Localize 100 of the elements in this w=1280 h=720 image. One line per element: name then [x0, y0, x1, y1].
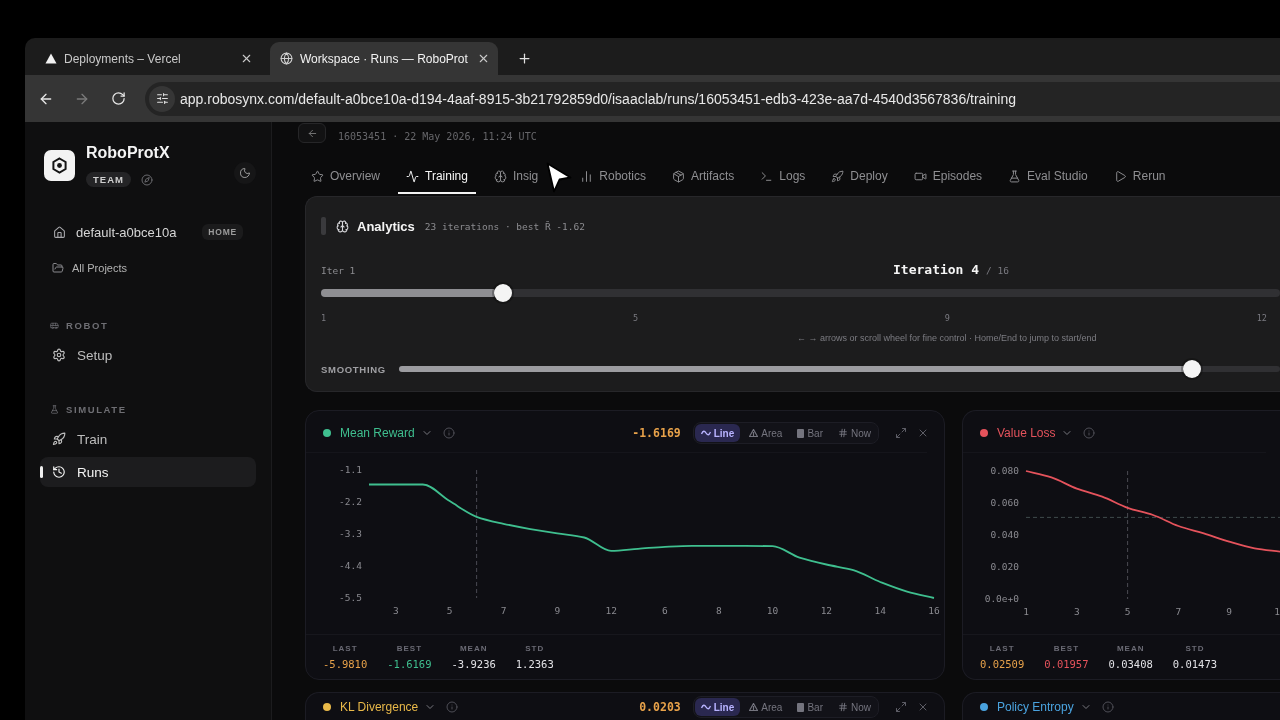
- stat-label: STD: [525, 644, 545, 654]
- run-tab[interactable]: Training: [398, 160, 476, 194]
- axis-label: -3.3: [339, 528, 362, 540]
- axis-label: 1: [1023, 606, 1029, 617]
- hash-icon: [838, 702, 848, 712]
- gear-icon: [52, 348, 66, 362]
- panel-title: Analytics: [357, 218, 415, 234]
- run-tab[interactable]: Insig: [485, 160, 547, 194]
- run-tab[interactable]: Overview: [303, 160, 388, 194]
- sliders-icon: [155, 92, 169, 105]
- info-icon[interactable]: [1083, 427, 1096, 439]
- globe-icon: [280, 52, 293, 65]
- slider-thumb[interactable]: [494, 284, 513, 302]
- browser-tab[interactable]: Deployments – Vercel: [35, 42, 263, 75]
- axis-label: 7: [500, 605, 507, 616]
- axis-label: 0.020: [990, 561, 1019, 573]
- bar-icon: [797, 428, 805, 438]
- address-bar[interactable]: app.robosynx.com/default-a0bce10a-d194-4aaf-8915-3b21792859d0/isaaclab/runs/16053451-edb3-423e-aa7d-4540d3567836/training: [145, 81, 1280, 116]
- chart-mode-tab[interactable]: Bar: [791, 424, 829, 442]
- iteration-label: Iteration 4: [893, 262, 980, 277]
- browser-tab[interactable]: Workspace · Runs — RoboProt: [270, 42, 498, 75]
- panel-handle: [321, 217, 326, 235]
- chart-mode-tab[interactable]: Line: [694, 424, 741, 442]
- axis-label: 0.040: [990, 529, 1019, 541]
- axis-label: 7: [1175, 606, 1182, 617]
- axis-label: -4.4: [339, 560, 362, 572]
- url-text: app.robosynx.com/default-a0bce10a-d194-4aaf-8915-3b21792859d0/isaaclab/runs/16053451-edb3-423e-aa7d-4540d3567836/training: [180, 90, 1016, 107]
- pulse-icon: [406, 169, 419, 183]
- run-tab[interactable]: Robotics: [572, 160, 654, 194]
- smoothing-label: SMOOTHING: [321, 363, 386, 375]
- run-tab[interactable]: Rerun: [1105, 160, 1174, 194]
- chart-mode-tab[interactable]: Area: [743, 424, 789, 442]
- axis-label: 1: [1274, 606, 1280, 617]
- compass-icon[interactable]: [140, 173, 153, 186]
- axis-label: 5: [1124, 606, 1131, 617]
- close-icon[interactable]: [917, 701, 929, 713]
- triangle-icon: [45, 53, 57, 64]
- run-tab[interactable]: Logs: [752, 160, 814, 194]
- wave-icon: [700, 430, 711, 436]
- stat-value: 0.01957: [1044, 657, 1089, 671]
- info-icon[interactable]: [442, 427, 455, 439]
- metric-title: KL Divergence: [340, 700, 419, 714]
- axis-label: 8: [715, 605, 722, 616]
- chart-mode-tab[interactable]: Line: [694, 698, 741, 716]
- chart-mode-tab[interactable]: Now: [832, 698, 877, 716]
- flask-icon: [1008, 169, 1022, 183]
- axis-label: 12: [820, 605, 833, 616]
- home-tag: HOME: [202, 224, 243, 240]
- chart-mode-tab[interactable]: Bar: [791, 698, 829, 716]
- nav-item[interactable]: Setup: [40, 340, 256, 370]
- plan-badge: TEAM: [86, 172, 131, 187]
- tab-title: Workspace · Runs — RoboProt: [300, 51, 468, 66]
- stat-label: LAST: [332, 644, 358, 654]
- chart-mode-tab[interactable]: Now: [832, 424, 877, 442]
- theme-toggle-button[interactable]: [234, 161, 256, 184]
- back-button[interactable]: [298, 123, 326, 143]
- metric-value: -1.6169: [632, 426, 681, 440]
- axis-label: 3: [1073, 606, 1080, 617]
- project-link[interactable]: default-a0bce10a HOME: [40, 216, 256, 248]
- moon-icon: [239, 166, 251, 179]
- stat-value: 0.01473: [1172, 657, 1218, 671]
- slider-tick-label: 12: [1256, 313, 1267, 323]
- nav-item[interactable]: Runs: [40, 457, 256, 487]
- axis-label: 12: [605, 605, 617, 616]
- stat-value: -5.9810: [323, 657, 368, 671]
- stat-value: 0.03408: [1108, 657, 1153, 671]
- iteration-total: / 16: [986, 265, 1009, 276]
- info-icon[interactable]: [446, 701, 459, 713]
- star-icon: [311, 169, 324, 183]
- info-icon[interactable]: [1101, 701, 1114, 713]
- axis-label: 9: [1226, 606, 1233, 617]
- slider-thumb[interactable]: [1182, 360, 1201, 378]
- run-tab[interactable]: Episodes: [905, 160, 991, 194]
- run-tab[interactable]: Deploy: [823, 160, 896, 194]
- mouse-pointer-icon: [546, 162, 573, 193]
- all-projects-link[interactable]: All Projects: [40, 255, 256, 281]
- close-icon[interactable]: [917, 427, 929, 439]
- expand-icon[interactable]: [895, 427, 907, 439]
- section-title: SIMULATE: [66, 403, 127, 415]
- nav-item[interactable]: Train: [40, 424, 256, 454]
- chart-mode-tab[interactable]: Area: [743, 698, 789, 716]
- stat-label: LAST: [989, 644, 1015, 654]
- selection-bar: [40, 466, 43, 478]
- hash-icon: [838, 428, 848, 438]
- site-info-button[interactable]: [149, 85, 175, 112]
- run-tab[interactable]: Artifacts: [664, 160, 743, 194]
- run-meta: 16053451 · 22 May 2026, 11:24 UTC: [338, 130, 537, 142]
- stat-label: MEAN: [459, 644, 488, 654]
- expand-icon[interactable]: [895, 701, 907, 713]
- bar-icon: [797, 702, 805, 712]
- play-icon: [1113, 169, 1127, 183]
- axis-label: 0.0e+0: [984, 593, 1019, 605]
- axis-label: -2.2: [339, 496, 362, 508]
- home-icon: [53, 225, 66, 239]
- terminal-icon: [760, 169, 774, 183]
- hexagon-logo-icon: [44, 150, 75, 181]
- axis-label: 0.080: [990, 465, 1019, 477]
- axis-label: 16: [928, 605, 940, 616]
- axis-label: -1.1: [339, 464, 362, 476]
- run-tab[interactable]: Eval Studio: [1000, 160, 1096, 194]
